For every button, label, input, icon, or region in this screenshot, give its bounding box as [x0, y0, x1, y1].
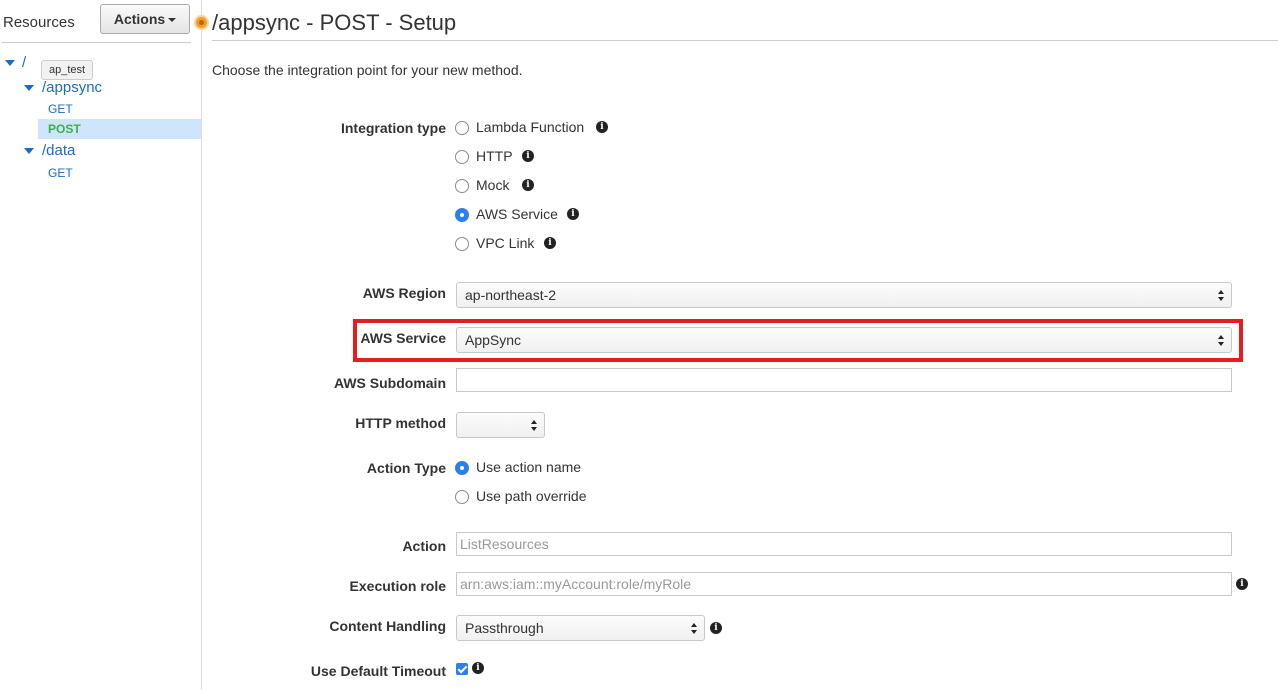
execution-role-input[interactable]: arn:aws:iam::myAccount:role/myRole	[456, 572, 1232, 596]
select-arrows-icon	[531, 420, 538, 432]
integration-type-label: Integration type	[340, 120, 446, 136]
radio-vpc-link[interactable]	[455, 237, 469, 251]
caret-down-icon	[168, 18, 177, 23]
info-icon[interactable]: i	[1236, 578, 1248, 590]
intro-text: Choose the integration point for your ne…	[212, 62, 523, 78]
sidebar-title: Resources	[3, 14, 75, 31]
radio-aws-service[interactable]	[455, 208, 469, 222]
default-timeout-checkbox[interactable]	[456, 663, 468, 675]
radio-aws-service-label[interactable]: AWS Service	[476, 206, 558, 222]
select-arrows-icon	[1218, 335, 1225, 347]
radio-lambda-function-label[interactable]: Lambda Function	[476, 119, 584, 135]
actions-button-label: Actions	[113, 11, 166, 27]
aws-region-value: ap-northeast-2	[465, 287, 557, 303]
resources-sidebar: Resources Actions / /appsync GET POST /d…	[0, 0, 202, 690]
aws-subdomain-input[interactable]	[456, 368, 1232, 392]
collapse-data-icon[interactable]	[24, 148, 34, 154]
action-input[interactable]: ListResources	[456, 532, 1232, 556]
tree-item-appsync-post[interactable]: POST	[48, 122, 81, 136]
radio-mock-label[interactable]: Mock	[476, 177, 509, 193]
radio-mock[interactable]	[455, 179, 469, 193]
select-arrows-icon	[1218, 290, 1225, 302]
tree-item-root[interactable]: /	[22, 54, 26, 71]
tooltip: ap_test	[41, 60, 94, 80]
tree-item-data[interactable]: /data	[42, 142, 75, 159]
title-divider	[212, 40, 1278, 41]
info-icon[interactable]: i	[544, 237, 556, 249]
execution-role-label: Execution role	[349, 578, 446, 594]
tree-item-appsync-get[interactable]: GET	[48, 102, 73, 116]
radio-use-action-name-label[interactable]: Use action name	[476, 459, 581, 475]
radio-use-path-override-label[interactable]: Use path override	[476, 488, 587, 504]
collapse-root-icon[interactable]	[5, 60, 15, 66]
aws-service-label: AWS Service	[360, 330, 446, 346]
content-handling-value: Passthrough	[465, 620, 544, 636]
info-icon[interactable]: i	[567, 208, 579, 220]
content-handling-label: Content Handling	[329, 618, 446, 634]
radio-use-path-override[interactable]	[455, 490, 469, 504]
collapse-appsync-icon[interactable]	[24, 85, 34, 91]
action-type-label: Action Type	[366, 460, 446, 476]
content-handling-select[interactable]: Passthrough	[456, 615, 705, 641]
tree-item-appsync[interactable]: /appsync	[42, 79, 102, 96]
info-icon[interactable]: i	[522, 150, 534, 162]
http-method-label: HTTP method	[355, 415, 446, 431]
radio-vpc-link-label[interactable]: VPC Link	[476, 235, 534, 251]
aws-service-select[interactable]: AppSync	[456, 327, 1232, 353]
page-title: /appsync - POST - Setup	[212, 10, 457, 35]
info-icon[interactable]: i	[472, 662, 484, 674]
aws-region-select[interactable]: ap-northeast-2	[456, 282, 1232, 308]
resource-indicator-icon	[194, 15, 209, 30]
sidebar-divider	[2, 42, 191, 43]
http-method-select[interactable]	[456, 412, 545, 438]
radio-http-label[interactable]: HTTP	[476, 148, 513, 164]
aws-subdomain-label: AWS Subdomain	[334, 375, 446, 391]
tree-item-data-get[interactable]: GET	[48, 166, 73, 180]
default-timeout-label: Use Default Timeout	[310, 663, 446, 679]
radio-http[interactable]	[455, 150, 469, 164]
aws-region-label: AWS Region	[362, 285, 446, 301]
aws-service-value: AppSync	[465, 332, 522, 348]
info-icon[interactable]: i	[710, 622, 722, 634]
info-icon[interactable]: i	[596, 121, 608, 133]
select-arrows-icon	[691, 623, 698, 635]
radio-lambda-function[interactable]	[455, 121, 469, 135]
actions-button[interactable]: Actions	[100, 4, 190, 34]
radio-use-action-name[interactable]	[455, 461, 469, 475]
action-label: Action	[402, 538, 446, 554]
sidebar-header: Resources Actions	[0, 0, 202, 44]
info-icon[interactable]: i	[522, 179, 534, 191]
